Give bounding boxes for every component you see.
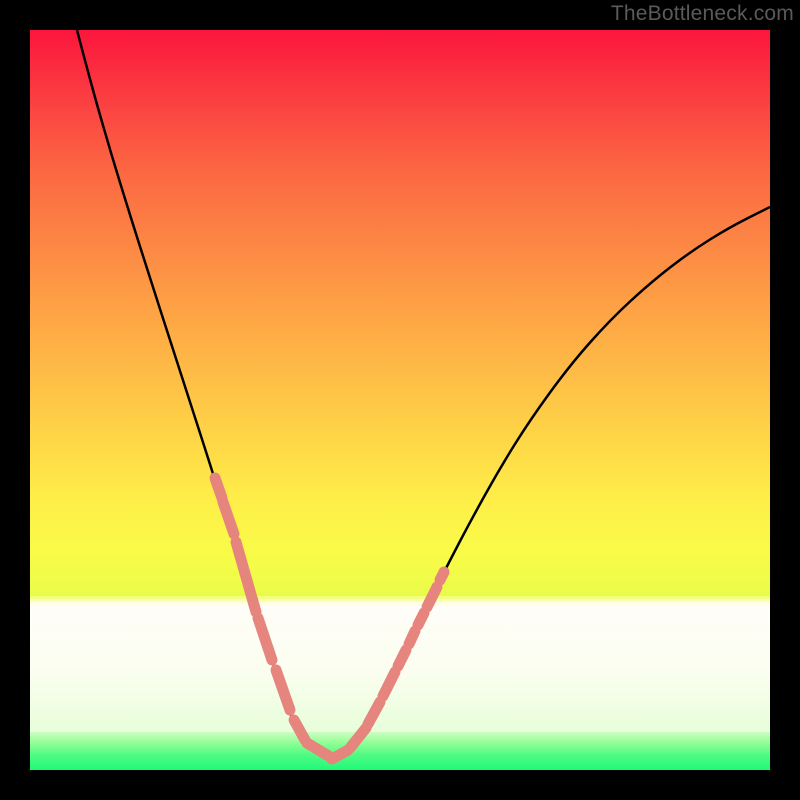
curve-path: [77, 30, 770, 759]
overlay-segment: [223, 502, 234, 534]
chart-svg: [30, 30, 770, 770]
overlay-segments: [215, 478, 444, 759]
overlay-segment: [236, 542, 256, 612]
chart-frame: TheBottleneck.com: [0, 0, 800, 800]
overlay-segment: [383, 672, 395, 696]
overlay-segment: [258, 618, 272, 660]
overlay-segment: [440, 572, 444, 580]
overlay-segment: [368, 702, 380, 724]
plot-area: [30, 30, 770, 770]
overlay-segment: [398, 650, 406, 666]
overlay-segment: [409, 631, 415, 644]
overlay-segment: [350, 728, 366, 748]
overlay-segment: [294, 720, 305, 740]
overlay-segment: [215, 478, 222, 498]
overlay-segment: [276, 670, 290, 710]
overlay-segment: [418, 613, 424, 625]
overlay-segment: [332, 750, 348, 759]
overlay-segment: [427, 587, 437, 607]
watermark-label: TheBottleneck.com: [611, 2, 794, 26]
